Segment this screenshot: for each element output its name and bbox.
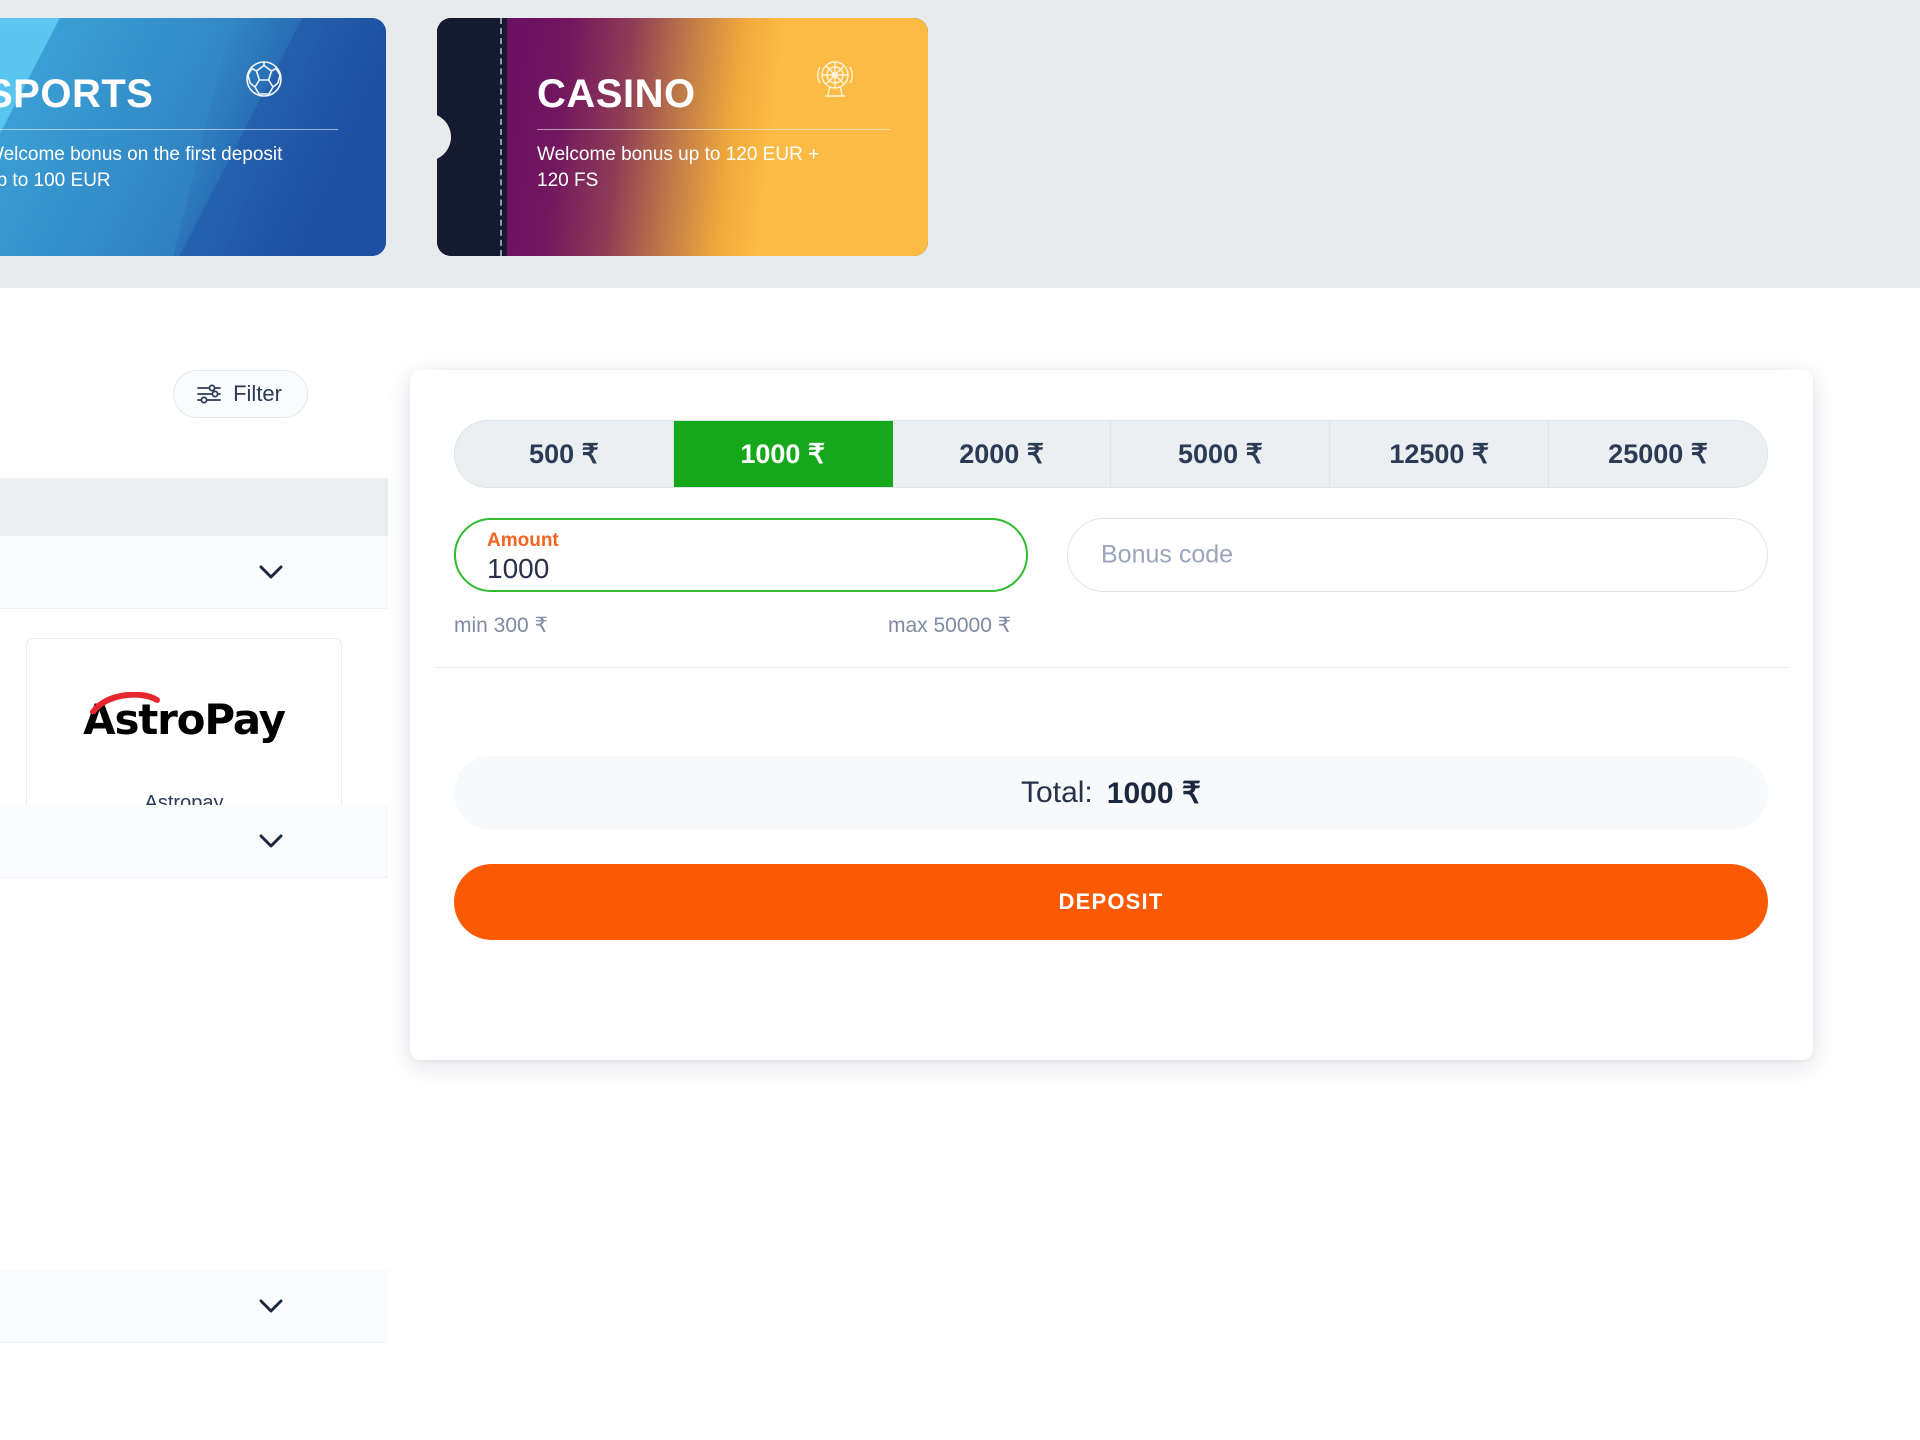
amount-preset-group: 500 ₹ 1000 ₹ 2000 ₹ 5000 ₹ 12500 ₹ 25000… [454,420,1768,488]
sports-banner-title: SPORTS [0,72,154,116]
casino-banner-perforation [500,18,502,256]
deposit-panel: 500 ₹ 1000 ₹ 2000 ₹ 5000 ₹ 12500 ₹ 25000… [410,370,1813,1060]
roulette-wheel-icon [811,55,859,103]
amount-preset-2000[interactable]: 2000 ₹ [892,421,1112,487]
promo-banner-casino[interactable]: CASINO Welcome bonus up to 120 EUR + 120… [437,18,928,256]
payment-group-header-3[interactable] [0,1270,388,1343]
amount-preset-1000[interactable]: 1000 ₹ [673,421,893,487]
promo-banner-strip: SPORTS Welcome bonus on the first deposi… [0,0,1920,288]
page-root: SPORTS Welcome bonus on the first deposi… [0,0,1920,1440]
payment-group-header-2[interactable] [0,805,388,878]
filter-row: Filter [173,370,308,418]
chevron-down-icon [259,565,283,579]
payment-group-header-1[interactable] [0,536,388,609]
sports-banner-subtitle: Welcome bonus on the first deposit up to… [0,144,283,191]
total-value: 1000 ₹ [1106,776,1201,810]
bonus-code-input[interactable]: Bonus code [1067,518,1768,592]
deposit-fields-row: Amount 1000 Bonus code [454,518,1768,592]
banner-strip-gutter [1902,0,1920,288]
main-content: Filter AstroPay Astropay 500 ₹ 1000 ₹ 20… [0,288,1920,1440]
astropay-arc-icon [89,692,161,714]
promo-banner-sports[interactable]: SPORTS Welcome bonus on the first deposi… [0,18,386,256]
amount-preset-500[interactable]: 500 ₹ [455,421,674,487]
chevron-down-icon [259,834,283,848]
amount-preset-25000[interactable]: 25000 ₹ [1549,421,1767,487]
sliders-icon [196,384,222,404]
panel-divider [434,667,1789,668]
casino-banner-divider [537,129,890,130]
bonus-code-placeholder: Bonus code [1101,540,1234,569]
filter-button[interactable]: Filter [173,370,308,418]
astropay-logo: AstroPay [27,691,341,749]
amount-input[interactable]: Amount 1000 [454,518,1028,592]
casino-banner-title: CASINO [537,72,696,116]
deposit-button[interactable]: DEPOSIT [454,864,1768,940]
casino-banner-gradient-overlay [507,18,928,256]
sports-banner-divider [0,129,338,130]
football-icon [240,55,288,103]
casino-banner-subtitle: Welcome bonus up to 120 EUR + 120 FS [537,144,820,191]
amount-min-hint: min 300 ₹ [454,614,548,637]
chevron-down-icon [259,1299,283,1313]
amount-max-hint: max 50000 ₹ [888,614,1012,637]
filter-button-label: Filter [233,381,282,406]
total-label: Total: [1021,776,1093,809]
amount-input-label: Amount [487,530,559,551]
amount-preset-5000[interactable]: 5000 ₹ [1111,421,1331,487]
amount-input-value: 1000 [487,553,550,584]
total-bar: Total: 1000 ₹ [454,756,1768,830]
amount-preset-12500[interactable]: 12500 ₹ [1330,421,1550,487]
payment-tab-strip[interactable] [0,478,388,536]
